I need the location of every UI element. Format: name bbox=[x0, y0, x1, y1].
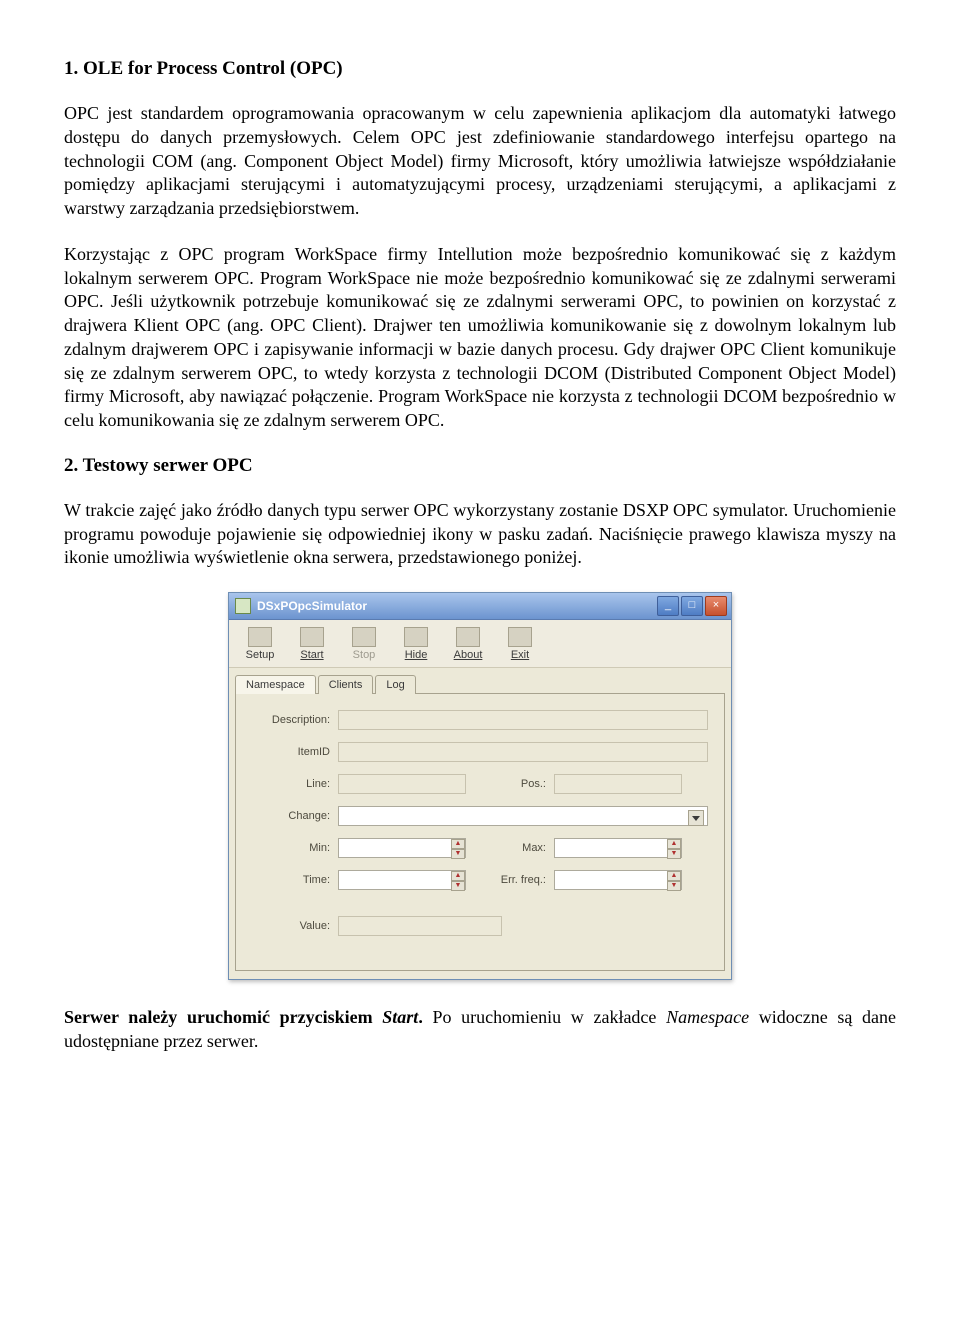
setup-icon bbox=[248, 627, 272, 647]
itemid-field bbox=[338, 742, 708, 762]
maximize-button[interactable]: □ bbox=[681, 596, 703, 616]
setup-button[interactable]: Setup bbox=[235, 624, 285, 665]
about-button[interactable]: About bbox=[443, 624, 493, 665]
tab-namespace[interactable]: Namespace bbox=[235, 675, 316, 694]
close-button[interactable]: × bbox=[705, 596, 727, 616]
footer-para: Serwer należy uruchomić przyciskiem Star… bbox=[64, 1006, 896, 1054]
section-2-para-1: W trakcie zajęć jako źródło danych typu … bbox=[64, 499, 896, 570]
window-titlebar: DSxPOpcSimulator _ □ × bbox=[229, 593, 731, 620]
hide-button[interactable]: Hide bbox=[391, 624, 441, 665]
tab-strip: Namespace Clients Log bbox=[235, 674, 725, 693]
exit-button[interactable]: Exit bbox=[495, 624, 545, 665]
tab-log[interactable]: Log bbox=[375, 675, 415, 694]
change-label: Change: bbox=[252, 810, 338, 822]
value-label: Value: bbox=[252, 920, 338, 932]
description-label: Description: bbox=[252, 714, 338, 726]
stop-button: Stop bbox=[339, 624, 389, 665]
exit-icon bbox=[508, 627, 532, 647]
app-icon bbox=[235, 598, 251, 614]
minimize-button[interactable]: _ bbox=[657, 596, 679, 616]
errfreq-spinner[interactable]: ▲▼ bbox=[554, 870, 682, 890]
section-1-heading: 1. OLE for Process Control (OPC) bbox=[64, 58, 896, 80]
time-label: Time: bbox=[252, 874, 338, 886]
hide-icon bbox=[404, 627, 428, 647]
section-1-para-2: Korzystając z OPC program WorkSpace firm… bbox=[64, 243, 896, 433]
window-title: DSxPOpcSimulator bbox=[257, 599, 655, 613]
change-dropdown[interactable] bbox=[338, 806, 708, 826]
pos-label: Pos.: bbox=[488, 778, 554, 790]
namespace-panel: Description: ItemID Line: Pos.: Change: … bbox=[235, 693, 725, 971]
play-icon bbox=[300, 627, 324, 647]
toolbar: Setup Start Stop Hide About Exit bbox=[229, 620, 731, 668]
section-1-para-1: OPC jest standardem oprogramowania oprac… bbox=[64, 102, 896, 221]
errfreq-label: Err. freq.: bbox=[488, 874, 554, 886]
value-field bbox=[338, 916, 502, 936]
min-spinner[interactable]: ▲▼ bbox=[338, 838, 466, 858]
time-spinner[interactable]: ▲▼ bbox=[338, 870, 466, 890]
line-field bbox=[338, 774, 466, 794]
simulator-screenshot: DSxPOpcSimulator _ □ × Setup Start Stop … bbox=[64, 592, 896, 980]
pos-field bbox=[554, 774, 682, 794]
about-icon bbox=[456, 627, 480, 647]
tab-clients[interactable]: Clients bbox=[318, 675, 374, 694]
itemid-label: ItemID bbox=[252, 746, 338, 758]
max-spinner[interactable]: ▲▼ bbox=[554, 838, 682, 858]
line-label: Line: bbox=[252, 778, 338, 790]
section-2-heading: 2. Testowy serwer OPC bbox=[64, 455, 896, 477]
simulator-window: DSxPOpcSimulator _ □ × Setup Start Stop … bbox=[228, 592, 732, 980]
max-label: Max: bbox=[488, 842, 554, 854]
pause-icon bbox=[352, 627, 376, 647]
start-button[interactable]: Start bbox=[287, 624, 337, 665]
description-field bbox=[338, 710, 708, 730]
min-label: Min: bbox=[252, 842, 338, 854]
